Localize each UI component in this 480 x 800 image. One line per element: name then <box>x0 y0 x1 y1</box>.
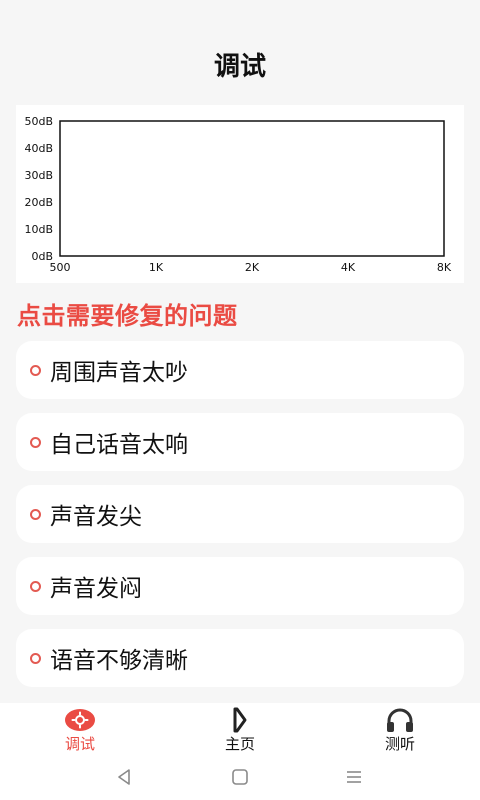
tab-hearing-test[interactable]: 测听 <box>350 703 450 759</box>
tab-label: 主页 <box>224 735 255 753</box>
page-title: 调试 <box>213 52 266 82</box>
y-tick-label: 10dB <box>24 223 53 236</box>
home-logo-icon <box>233 707 247 733</box>
x-tick-label: 8K <box>437 261 452 274</box>
section-title: 点击需要修复的问题 <box>17 302 238 330</box>
menu-icon[interactable] <box>344 767 364 787</box>
tab-home[interactable]: 主页 <box>190 703 290 759</box>
option-label: 声音发尖 <box>50 504 142 530</box>
option-label: 声音发闷 <box>50 576 142 602</box>
y-tick-label: 20dB <box>24 196 53 209</box>
option-label: 语音不够清晰 <box>50 648 188 674</box>
system-navigation-bar <box>0 759 480 800</box>
y-tick-label: 50dB <box>24 115 53 128</box>
option-radio-icon <box>30 436 41 448</box>
headphones-icon <box>387 708 413 732</box>
x-tick-label: 1K <box>149 261 164 274</box>
home-button-icon[interactable] <box>230 767 250 787</box>
x-tick-label: 4K <box>341 261 356 274</box>
option-card[interactable]: 声音发闷 <box>16 557 464 615</box>
option-card[interactable]: 语音不够清晰 <box>16 629 464 687</box>
option-card[interactable]: 声音发尖 <box>16 485 464 543</box>
gear-icon <box>65 709 95 731</box>
option-radio-icon <box>30 652 41 664</box>
y-axis: 0dB10dB20dB30dB40dB50dB <box>24 115 53 263</box>
x-tick-label: 2K <box>245 261 260 274</box>
header: 调试 <box>0 0 480 100</box>
x-axis: 500 1K 2K 4K 8K <box>50 261 452 274</box>
frequency-chart: 0dB 10dB 20dB 30dB 40dB 50dB 500 1K 2K 4K 8K <box>16 105 464 283</box>
tab-debug[interactable]: 调试 <box>30 703 130 759</box>
option-card[interactable]: 周围声音太吵 <box>16 341 464 399</box>
bottom-tab-bar: 调试 主页 测听 <box>0 703 480 759</box>
x-tick-label: 500 <box>50 261 71 274</box>
option-radio-icon <box>30 508 41 520</box>
option-card[interactable]: 自己话音太响 <box>16 413 464 471</box>
option-radio-icon <box>30 364 41 376</box>
plot-area <box>59 120 445 257</box>
back-icon[interactable] <box>114 767 134 787</box>
option-label: 周围声音太吵 <box>50 360 188 386</box>
chart-svg: 0dB10dB20dB30dB40dB50dB 500 1K 2K 4K 8K <box>24 115 452 274</box>
y-tick-label: 40dB <box>24 142 53 155</box>
tab-label: 调试 <box>64 735 95 753</box>
option-radio-icon <box>30 580 41 592</box>
y-tick-label: 30dB <box>24 169 53 182</box>
option-label: 自己话音太响 <box>50 432 188 458</box>
tab-label: 测听 <box>384 735 415 753</box>
